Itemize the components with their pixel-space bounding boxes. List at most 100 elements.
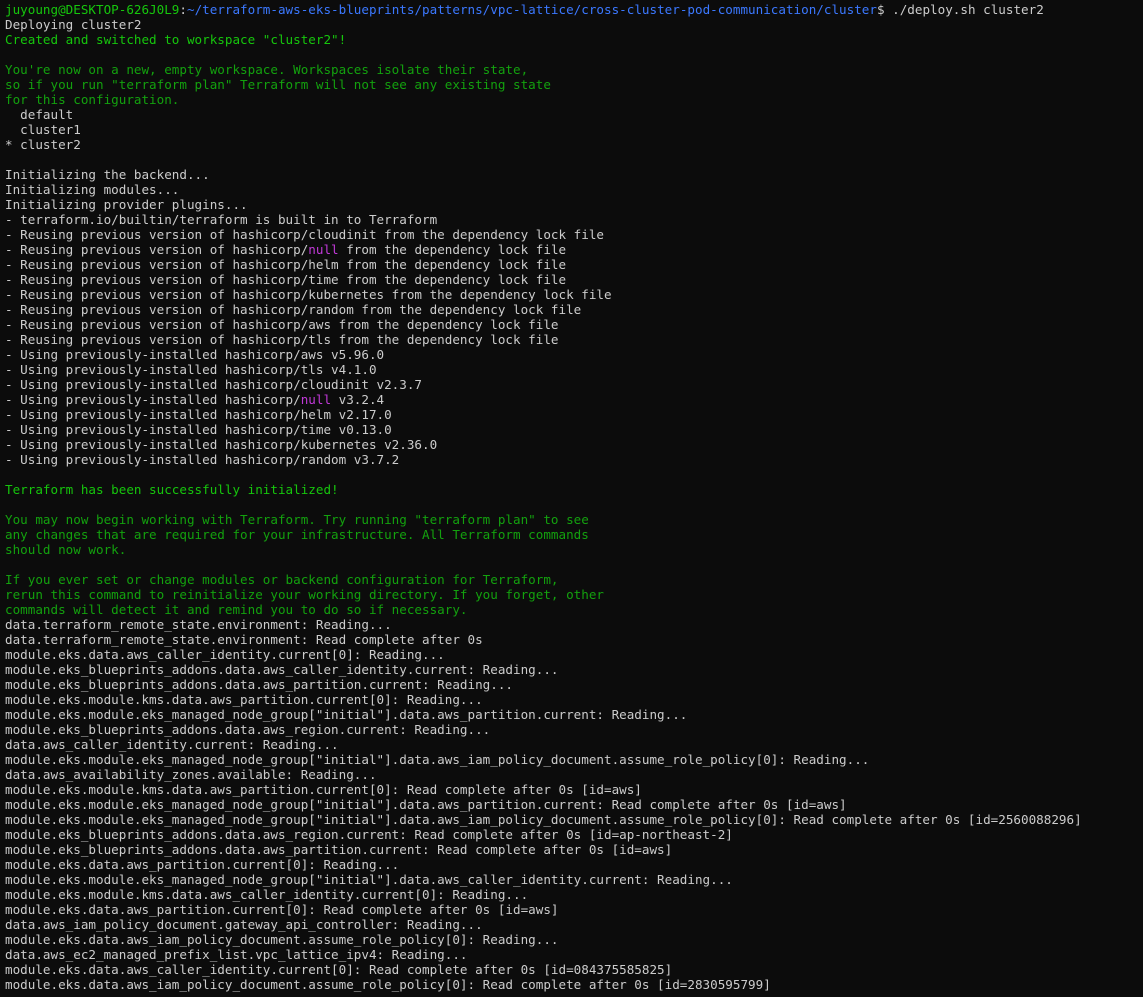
text-segment: module.eks_blueprints_addons.data.aws_pa… (5, 677, 513, 692)
output-line: data.aws_iam_policy_document.gateway_api… (5, 917, 1143, 932)
text-segment: - Using previously-installed hashicorp/ (5, 392, 301, 407)
output-line: Deploying cluster2 (5, 17, 1143, 32)
text-segment: data.aws_ec2_managed_prefix_list.vpc_lat… (5, 947, 468, 962)
scrollbar[interactable] (1139, 0, 1143, 997)
text-segment: $ ./deploy.sh cluster2 (876, 2, 1044, 17)
text-segment: commands will detect it and remind you t… (5, 602, 468, 617)
text-segment: v3.2.4 (331, 392, 385, 407)
output-line: - Reusing previous version of hashicorp/… (5, 242, 1143, 257)
text-segment: - Using previously-installed hashicorp/t… (5, 422, 392, 437)
text-segment: module.eks.module.eks_managed_node_group… (5, 872, 733, 887)
text-segment: default (5, 107, 74, 122)
output-line: module.eks.module.eks_managed_node_group… (5, 707, 1143, 722)
text-segment: cluster1 (5, 122, 81, 137)
text-segment: data.terraform_remote_state.environment:… (5, 632, 483, 647)
output-line: default (5, 107, 1143, 122)
text-segment: module.eks.module.eks_managed_node_group… (5, 707, 688, 722)
text-segment: - Reusing previous version of hashicorp/… (5, 302, 582, 317)
output-line: - Reusing previous version of hashicorp/… (5, 227, 1143, 242)
output-line: - Using previously-installed hashicorp/t… (5, 422, 1143, 437)
output-line: module.eks_blueprints_addons.data.aws_pa… (5, 677, 1143, 692)
output-line: - Reusing previous version of hashicorp/… (5, 257, 1143, 272)
output-line: module.eks.module.eks_managed_node_group… (5, 872, 1143, 887)
terminal-output: juyoung@DESKTOP-626J0L9:~/terraform-aws-… (5, 2, 1143, 992)
text-segment: module.eks.data.aws_caller_identity.curr… (5, 962, 673, 977)
output-line: any changes that are required for your i… (5, 527, 1143, 542)
output-line: Initializing modules... (5, 182, 1143, 197)
text-segment: module.eks.module.eks_managed_node_group… (5, 752, 870, 767)
output-line: - Reusing previous version of hashicorp/… (5, 302, 1143, 317)
text-segment: rerun this command to reinitialize your … (5, 587, 604, 602)
text-segment: data.aws_availability_zones.available: R… (5, 767, 377, 782)
output-line: data.aws_ec2_managed_prefix_list.vpc_lat… (5, 947, 1143, 962)
output-line: module.eks.module.kms.data.aws_partition… (5, 692, 1143, 707)
output-line: module.eks_blueprints_addons.data.aws_re… (5, 722, 1143, 737)
text-segment: module.eks_blueprints_addons.data.aws_re… (5, 722, 491, 737)
output-line: module.eks.module.kms.data.aws_partition… (5, 782, 1143, 797)
text-segment: - Using previously-installed hashicorp/a… (5, 347, 385, 362)
output-line: - Using previously-installed hashicorp/n… (5, 392, 1143, 407)
terminal-window[interactable]: juyoung@DESKTOP-626J0L9:~/terraform-aws-… (0, 0, 1143, 997)
text-segment: module.eks.module.kms.data.aws_partition… (5, 692, 483, 707)
text-segment: Initializing provider plugins... (5, 197, 248, 212)
text-segment: - Reusing previous version of hashicorp/ (5, 242, 309, 257)
output-line: module.eks.data.aws_iam_policy_document.… (5, 977, 1143, 992)
output-line: module.eks.data.aws_caller_identity.curr… (5, 647, 1143, 662)
output-line: rerun this command to reinitialize your … (5, 587, 1143, 602)
text-segment: - Reusing previous version of hashicorp/… (5, 257, 567, 272)
output-line: module.eks_blueprints_addons.data.aws_re… (5, 827, 1143, 842)
text-segment: You may now begin working with Terraform… (5, 512, 589, 527)
output-line: Created and switched to workspace "clust… (5, 32, 1143, 47)
output-line: You're now on a new, empty workspace. Wo… (5, 62, 1143, 77)
output-line: * cluster2 (5, 137, 1143, 152)
text-segment: - Reusing previous version of hashicorp/… (5, 227, 604, 242)
text-segment: data.aws_caller_identity.current: Readin… (5, 737, 339, 752)
text-segment: should now work. (5, 542, 127, 557)
output-line: commands will detect it and remind you t… (5, 602, 1143, 617)
text-segment: Terraform has been successfully initiali… (5, 482, 339, 497)
output-line: module.eks.module.kms.data.aws_caller_id… (5, 887, 1143, 902)
text-segment: Initializing modules... (5, 182, 180, 197)
text-segment: Deploying cluster2 (5, 17, 142, 32)
output-line: - Using previously-installed hashicorp/k… (5, 437, 1143, 452)
prompt-line: juyoung@DESKTOP-626J0L9:~/terraform-aws-… (5, 2, 1143, 17)
text-segment: module.eks.module.kms.data.aws_partition… (5, 782, 642, 797)
output-line: module.eks.data.aws_partition.current[0]… (5, 902, 1143, 917)
text-segment: * cluster2 (5, 137, 81, 152)
text-segment: data.aws_iam_policy_document.gateway_api… (5, 917, 483, 932)
output-line: You may now begin working with Terraform… (5, 512, 1143, 527)
output-line: data.aws_caller_identity.current: Readin… (5, 737, 1143, 752)
text-segment: You're now on a new, empty workspace. Wo… (5, 62, 529, 77)
output-line: module.eks.module.eks_managed_node_group… (5, 752, 1143, 767)
output-line: module.eks.module.eks_managed_node_group… (5, 797, 1143, 812)
output-line: - terraform.io/builtin/terraform is buil… (5, 212, 1143, 227)
output-line: module.eks.module.eks_managed_node_group… (5, 812, 1143, 827)
output-line: should now work. (5, 542, 1143, 557)
output-line: module.eks.data.aws_partition.current[0]… (5, 857, 1143, 872)
text-segment: - Using previously-installed hashicorp/c… (5, 377, 423, 392)
text-segment: module.eks.data.aws_caller_identity.curr… (5, 647, 445, 662)
output-line: - Reusing previous version of hashicorp/… (5, 332, 1143, 347)
text-segment: - Using previously-installed hashicorp/r… (5, 452, 400, 467)
output-line: cluster1 (5, 122, 1143, 137)
text-segment: null (300, 392, 332, 407)
text-segment: - Using previously-installed hashicorp/h… (5, 407, 392, 422)
text-segment: data.terraform_remote_state.environment:… (5, 617, 392, 632)
text-segment: from the dependency lock file (338, 242, 567, 257)
text-segment: module.eks.module.kms.data.aws_caller_id… (5, 887, 529, 902)
text-segment: module.eks.data.aws_iam_policy_document.… (5, 932, 559, 947)
output-line: - Using previously-installed hashicorp/a… (5, 347, 1143, 362)
output-line: Terraform has been successfully initiali… (5, 482, 1143, 497)
output-line: module.eks.data.aws_caller_identity.curr… (5, 962, 1143, 977)
text-segment: - Reusing previous version of hashicorp/… (5, 287, 612, 302)
output-line: data.terraform_remote_state.environment:… (5, 632, 1143, 647)
output-line: - Using previously-installed hashicorp/t… (5, 362, 1143, 377)
text-segment: null (308, 242, 339, 257)
text-segment: for this configuration. (5, 92, 180, 107)
output-line: for this configuration. (5, 92, 1143, 107)
text-segment: - Reusing previous version of hashicorp/… (5, 332, 559, 347)
text-segment: module.eks_blueprints_addons.data.aws_ca… (5, 662, 559, 677)
output-line: Initializing provider plugins... (5, 197, 1143, 212)
